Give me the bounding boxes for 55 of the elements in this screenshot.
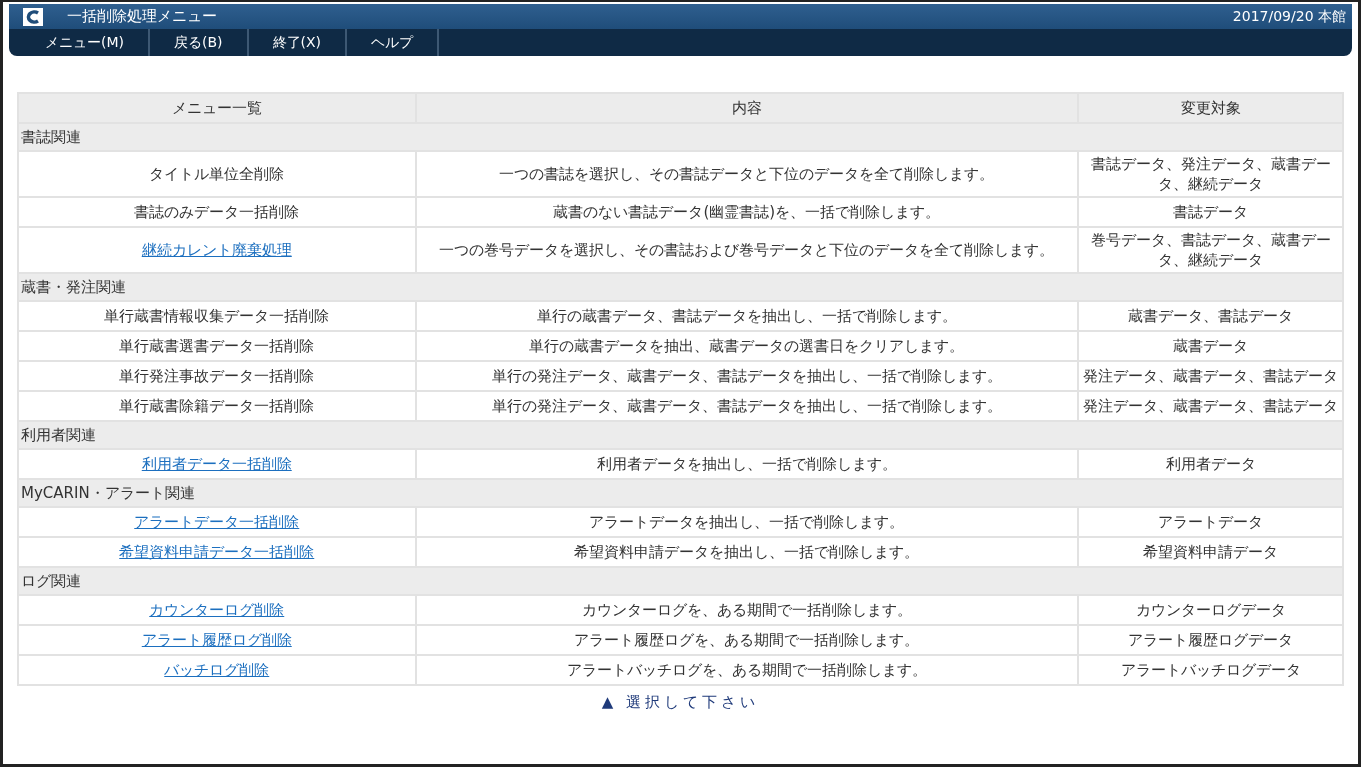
table-cell: アラートデータ xyxy=(1078,507,1343,537)
menu-link[interactable]: アラートデータ一括削除 xyxy=(134,513,300,531)
date-branch-label: 2017/09/20 本館 xyxy=(1232,7,1346,26)
table-cell: 単行蔵書除籍データ一括削除 xyxy=(18,391,416,421)
table-cell: 利用者データを抽出し、一括で削除します。 xyxy=(415,449,1078,479)
menu-item[interactable]: メニュー(M) xyxy=(9,29,150,56)
table-cell: 発注データ、蔵書データ、書誌データ xyxy=(1078,391,1343,421)
column-header: 内容 xyxy=(415,93,1078,123)
table-cell: 書誌データ、発注データ、蔵書データ、継続データ xyxy=(1078,151,1343,197)
table-cell: アラート履歴ログデータ xyxy=(1078,625,1343,655)
table-cell: タイトル単位全削除 xyxy=(18,151,416,197)
menu-item[interactable]: 戻る(B) xyxy=(150,29,249,56)
table-cell: 蔵書データ xyxy=(1078,331,1343,361)
table-cell: 単行の発注データ、蔵書データ、書誌データを抽出し、一括で削除します。 xyxy=(415,361,1078,391)
table-cell: 単行の蔵書データ、書誌データを抽出し、一括で削除します。 xyxy=(415,301,1078,331)
select-prompt: ▲ 選択して下さい xyxy=(601,693,760,711)
group-header: MyCARIN・アラート関連 xyxy=(18,479,1343,507)
table-cell: 利用者データ xyxy=(1078,449,1343,479)
table-cell: アラートバッチログデータ xyxy=(1078,655,1343,685)
table-cell: 蔵書のない書誌データ(幽霊書誌)を、一括で削除します。 xyxy=(415,197,1078,227)
group-header: 蔵書・発注関連 xyxy=(18,273,1343,301)
table-cell: 単行の発注データ、蔵書データ、書誌データを抽出し、一括で削除します。 xyxy=(415,391,1078,421)
table-cell: 希望資料申請データを抽出し、一括で削除します。 xyxy=(415,537,1078,567)
window-title: 一括削除処理メニュー xyxy=(67,7,218,26)
table-cell: カウンターログデータ xyxy=(1078,595,1343,625)
table-cell: アラートバッチログを、ある期間で一括削除します。 xyxy=(415,655,1078,685)
table-cell: 単行蔵書選書データ一括削除 xyxy=(18,331,416,361)
group-header: ログ関連 xyxy=(18,567,1343,595)
menu-item[interactable]: ヘルプ xyxy=(347,29,440,56)
table-cell: アラートデータを抽出し、一括で削除します。 xyxy=(415,507,1078,537)
table-cell: 一つの巻号データを選択し、その書誌および巻号データと下位のデータを全て削除します。 xyxy=(415,227,1078,273)
group-header: 利用者関連 xyxy=(18,421,1343,449)
group-header: 書誌関連 xyxy=(18,123,1343,151)
table-cell: 書誌のみデータ一括削除 xyxy=(18,197,416,227)
table-cell: アラート履歴ログを、ある期間で一括削除します。 xyxy=(415,625,1078,655)
table-cell: 単行の蔵書データを抽出、蔵書データの選書日をクリアします。 xyxy=(415,331,1078,361)
menu-link[interactable]: カウンターログ削除 xyxy=(149,601,285,619)
column-header: メニュー一覧 xyxy=(18,93,416,123)
table-cell: 一つの書誌を選択し、その書誌データと下位のデータを全て削除します。 xyxy=(415,151,1078,197)
menu-link[interactable]: バッチログ削除 xyxy=(164,661,270,679)
table-cell: 希望資料申請データ xyxy=(1078,537,1343,567)
menu-link[interactable]: 希望資料申請データ一括削除 xyxy=(119,543,315,561)
table-cell: 巻号データ、書誌データ、蔵書データ、継続データ xyxy=(1078,227,1343,273)
menu-link[interactable]: 継続カレント廃棄処理 xyxy=(141,241,292,259)
menu-link[interactable]: アラート履歴ログ削除 xyxy=(141,631,292,649)
table-cell: 単行発注事故データ一括削除 xyxy=(18,361,416,391)
column-header: 変更対象 xyxy=(1078,93,1343,123)
table-cell: 発注データ、蔵書データ、書誌データ xyxy=(1078,361,1343,391)
menu-item[interactable]: 終了(X) xyxy=(248,29,348,56)
table-cell: 書誌データ xyxy=(1078,197,1343,227)
table-cell: カウンターログを、ある期間で一括削除します。 xyxy=(415,595,1078,625)
logo-icon xyxy=(23,7,43,26)
table-cell: 蔵書データ、書誌データ xyxy=(1078,301,1343,331)
table-cell: 単行蔵書情報収集データ一括削除 xyxy=(18,301,416,331)
menu-link[interactable]: 利用者データ一括削除 xyxy=(141,455,292,473)
